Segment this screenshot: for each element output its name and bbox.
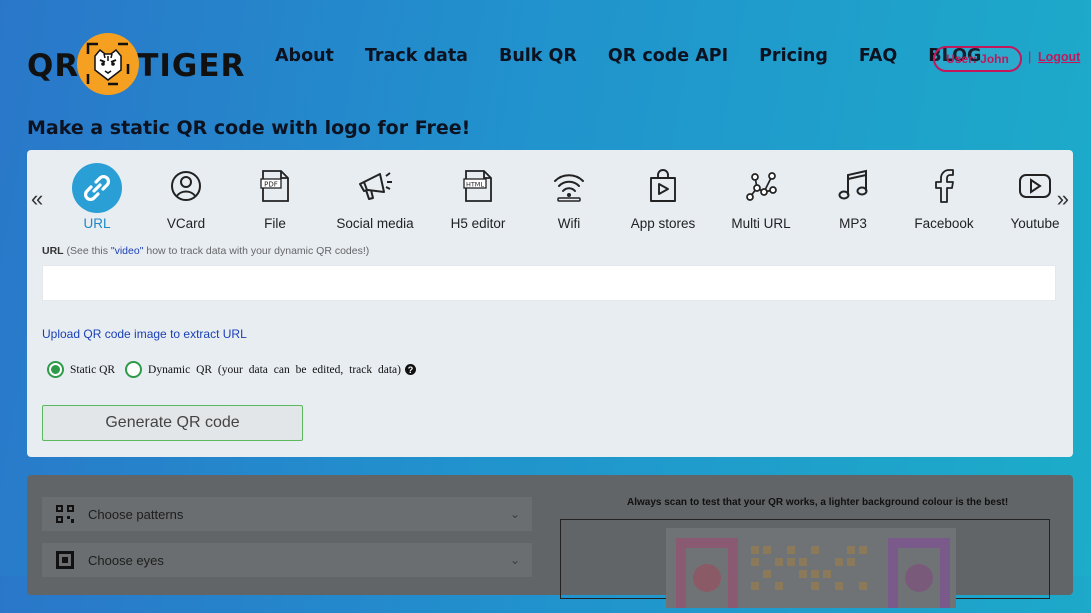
dynamic-qr-radio[interactable] [125,361,143,378]
pdf-file-icon: PDF [257,168,293,209]
nav-about[interactable]: About [275,46,334,66]
video-link[interactable]: "video" [111,245,144,257]
dropdown-label: Choose eyes [88,552,164,568]
dropdown-label: Choose patterns [88,506,184,522]
nav-qr-code-api[interactable]: QR code API [608,46,728,66]
type-label: Wifi [557,216,581,231]
type-h5-editor[interactable]: HTML H5 editor [428,164,528,231]
logo-text-right: TIGER [137,48,246,84]
qr-preview-image [666,528,956,608]
qr-mode-radio-group: Static QR Dynamic QR (your data can be e… [47,361,416,378]
facebook-icon [932,168,956,209]
type-label: Facebook [914,216,974,231]
type-label: Multi URL [731,216,791,231]
choose-patterns-dropdown[interactable]: Choose patterns ⌄ [42,497,532,531]
static-qr-radio[interactable] [47,361,64,378]
link-icon [72,163,122,213]
nav-faq[interactable]: FAQ [859,46,897,66]
megaphone-icon [356,168,394,209]
help-icon[interactable]: ? [405,364,416,375]
nav-bulk-qr[interactable]: Bulk QR [499,46,577,66]
type-vcard[interactable]: VCard [136,164,236,231]
generate-qr-button[interactable]: Generate QR code [42,405,303,441]
svg-text:PDF: PDF [264,180,278,188]
type-label: URL [83,216,111,231]
qr-type-selector: URL VCard PDF File Social media HTML H5 … [47,163,1060,234]
html-file-icon: HTML [460,168,496,209]
nav-track-data[interactable]: Track data [365,46,468,66]
type-label: Youtube [1010,216,1060,231]
type-url[interactable]: URL [47,163,147,231]
app-store-bag-icon [647,168,679,209]
wifi-icon [552,169,586,208]
type-file[interactable]: PDF File [225,164,325,231]
qr-generator-card: « » URL VCard PDF File Social media HTML… [27,150,1073,457]
nav-separator: | [1028,49,1032,64]
tiger-icon [77,33,140,95]
logo-text-left: QR [27,48,80,84]
youtube-icon [1017,170,1053,207]
upload-qr-image-link[interactable]: Upload QR code image to extract URL [42,327,247,341]
type-wifi[interactable]: Wifi [519,164,619,231]
type-label: MP3 [839,216,867,231]
type-label: File [264,216,286,231]
chevron-down-icon: ⌄ [509,507,520,521]
qr-eye-icon [42,551,88,569]
scan-tip: Always scan to test that your QR works, … [627,497,1009,508]
qr-pattern-icon [42,505,88,523]
nav-pricing[interactable]: Pricing [759,46,828,66]
static-qr-label: Static QR [70,363,116,376]
dynamic-qr-label: Dynamic QR (your data can be edited, tra… [148,363,401,376]
type-facebook[interactable]: Facebook [894,164,994,231]
url-hint-suffix: how to track data with your dynamic QR c… [143,245,370,257]
choose-eyes-dropdown[interactable]: Choose eyes ⌄ [42,543,532,577]
url-field-label: URL (See this "video" how to track data … [42,245,369,257]
music-note-icon [836,168,870,209]
network-nodes-icon [743,168,779,209]
page-title: Make a static QR code with logo for Free… [27,117,471,139]
chevron-down-icon: ⌄ [509,553,520,567]
type-multi-url[interactable]: Multi URL [711,164,811,231]
type-label: Social media [336,216,414,231]
type-mp3[interactable]: MP3 [803,164,903,231]
type-label: H5 editor [450,216,506,231]
type-app-stores[interactable]: App stores [613,164,713,231]
customization-panel: Choose patterns ⌄ Choose eyes ⌄ Always s… [27,475,1073,608]
logout-link[interactable]: Logout [1038,50,1080,64]
brand-logo[interactable]: QR TIGER [27,33,246,96]
type-label: App stores [630,216,696,231]
svg-text:HTML: HTML [466,180,484,188]
type-social-media[interactable]: Social media [325,164,425,231]
type-youtube[interactable]: Youtube [985,164,1085,231]
prev-types-arrow[interactable]: « [31,186,43,212]
url-label-text: URL [42,245,64,257]
main-nav: About Track data Bulk QR QR code API Pri… [275,46,1012,66]
qr-preview-frame [560,519,1050,608]
url-input[interactable] [42,265,1056,301]
user-account-button[interactable]: User: John [933,46,1022,72]
url-hint-prefix: (See this [66,245,111,257]
user-circle-icon [169,169,203,208]
type-label: VCard [166,216,206,231]
